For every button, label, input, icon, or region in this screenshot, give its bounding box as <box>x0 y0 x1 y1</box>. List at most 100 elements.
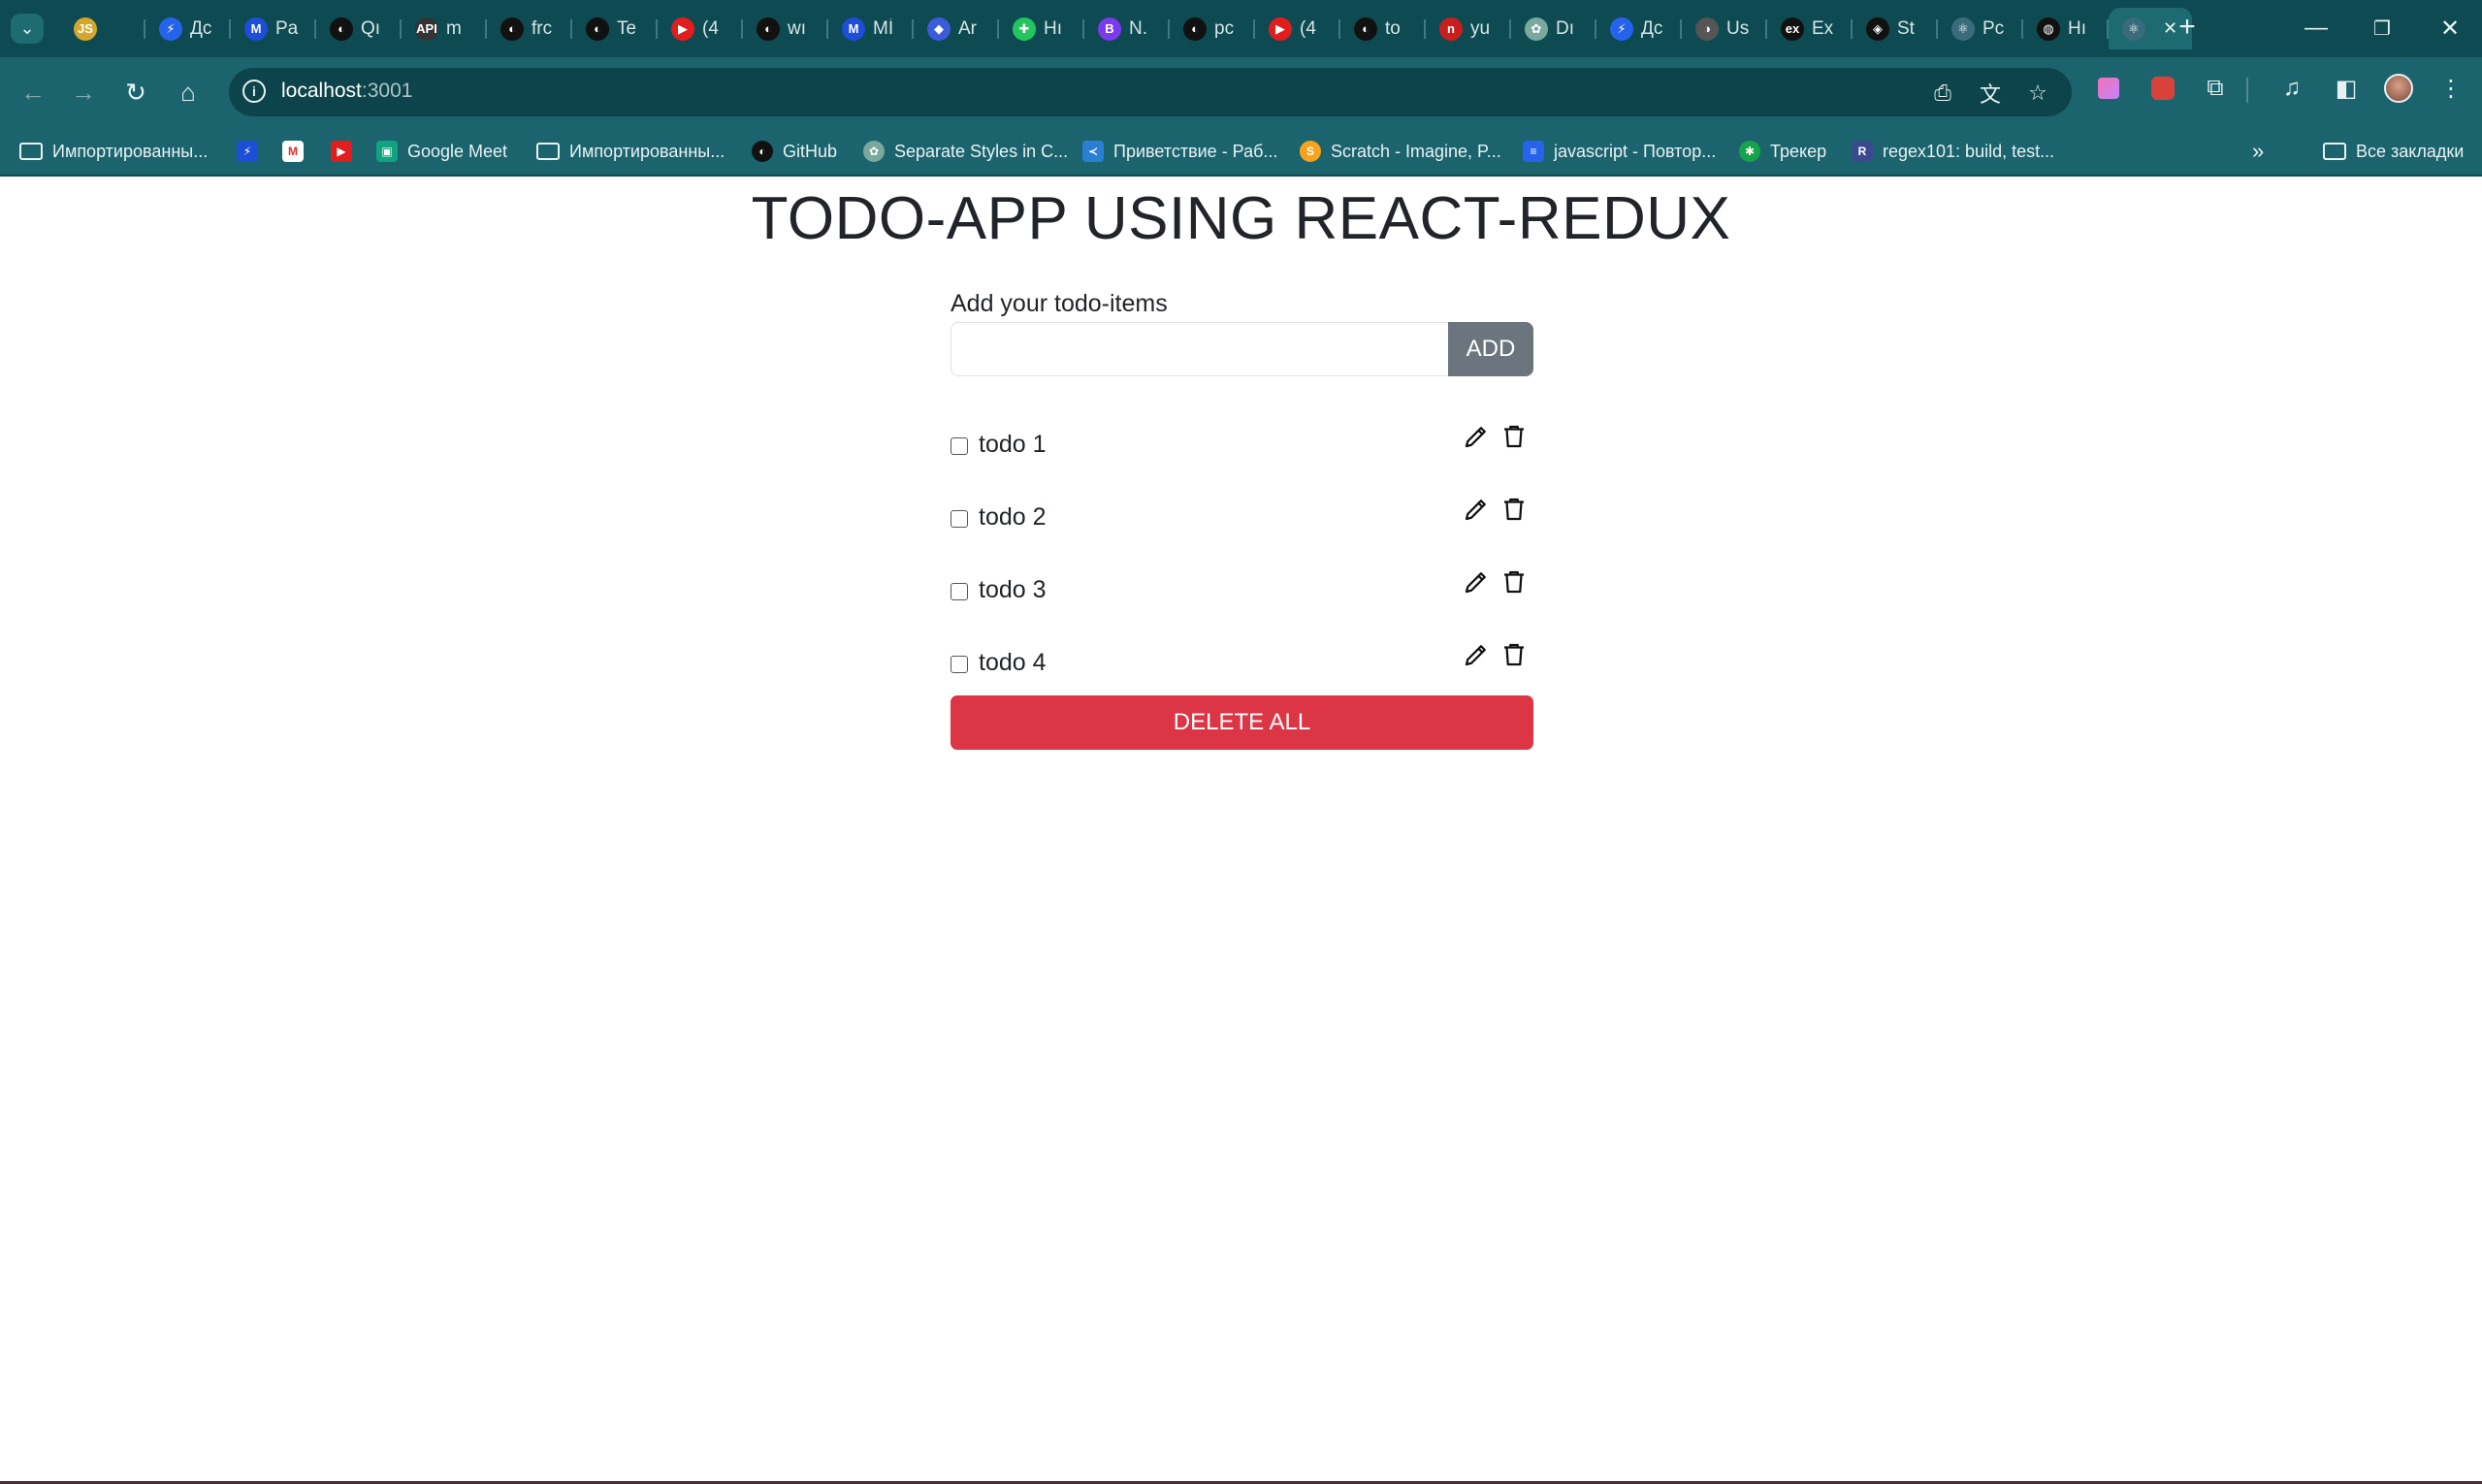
bookmark-scratch[interactable]: S Scratch - Imagine, P... <box>1300 138 1501 165</box>
meet-icon: ▣ <box>376 141 398 162</box>
browser-tab[interactable]: ✿ Dı <box>1511 8 1596 49</box>
todo-input-label: Add your todo-items <box>951 290 1168 317</box>
browser-tab[interactable]: M Pa <box>231 8 316 49</box>
todo-checkbox[interactable] <box>951 656 968 673</box>
todo-item: todo 3 <box>951 560 1534 612</box>
address-bar[interactable]: i localhost:3001 ⎙ 文 ☆ <box>229 68 2072 116</box>
browser-tab[interactable]: ⚛ Pc <box>1938 8 2023 49</box>
bookmark-youtube[interactable]: ▶ <box>331 138 362 165</box>
restore-icon[interactable]: ❐ <box>2363 12 2401 45</box>
browser-tab[interactable]: ◑ Us <box>1682 8 1767 49</box>
extensions-puzzle-icon[interactable]: ⧉ <box>2199 72 2232 105</box>
side-panel-icon[interactable]: ◧ <box>2330 72 2363 105</box>
browser-tab[interactable]: ◐ Te <box>572 8 658 49</box>
bookmark-vscode-welcome[interactable]: ≺ Приветствие - Раб... <box>1082 138 1277 165</box>
close-window-icon[interactable]: ✕ <box>2431 12 2469 45</box>
toolbar-divider <box>2246 78 2248 103</box>
tab-title: Dı <box>1556 17 1574 39</box>
profile-avatar[interactable] <box>2382 72 2415 105</box>
bookmark-js-stackoverflow[interactable]: ≡ javascript - Повтор... <box>1523 138 1716 165</box>
browser-tab[interactable]: ◈ St <box>1853 8 1938 49</box>
browser-menu-icon[interactable]: ⋮ <box>2434 72 2467 105</box>
browser-tab[interactable]: n yu <box>1426 8 1511 49</box>
tab-title: Ex <box>1812 17 1834 39</box>
tab-strip: ⌄ JS ⚡ Дс M Pa ◐ Qı API m ◐ frc ◐ Te ▶ (4 ◐ wı M Mİ ◆ Ar ✚ Hı B… <box>0 0 2482 57</box>
tab-favicon-icon: ◑ <box>1695 16 1719 41</box>
todo-checkbox[interactable] <box>951 583 968 600</box>
forward-arrow-icon[interactable]: → <box>64 73 103 112</box>
site-info-icon[interactable]: i <box>242 80 266 103</box>
bookmark-folder-imported-2[interactable]: Импортированны... <box>536 138 725 165</box>
browser-tab[interactable]: ▶ (4 <box>658 8 743 49</box>
tab-title: (4 <box>702 17 719 39</box>
pencil-icon[interactable] <box>1462 422 1491 451</box>
tab-title: Hı <box>1044 17 1062 39</box>
browser-tab[interactable]: ▶ (4 <box>1255 8 1340 49</box>
tab-search-chevron-icon[interactable]: ⌄ <box>11 14 44 44</box>
delete-all-button[interactable]: DELETE ALL <box>951 695 1533 750</box>
tab-title: Mİ <box>873 17 894 39</box>
page-title: TODO-APP USING REACT-REDUX <box>751 185 1731 252</box>
translate-icon[interactable]: 文 <box>1976 80 2005 107</box>
browser-tab[interactable]: ◐ wı <box>743 8 828 49</box>
bookmark-all-bookmarks[interactable]: Все закладки <box>2323 138 2464 165</box>
browser-tab[interactable]: ◐ pc <box>1170 8 1255 49</box>
browser-tab[interactable]: ◆ Ar <box>914 8 999 49</box>
browser-tab[interactable]: B N. <box>1084 8 1170 49</box>
install-app-icon[interactable]: ⎙ <box>1928 80 1957 107</box>
trash-icon[interactable] <box>1499 567 1529 597</box>
bookmark-folder-imported-1[interactable]: Импортированны... <box>19 138 208 165</box>
minimize-icon[interactable]: — <box>2297 12 2336 45</box>
todo-checkbox[interactable] <box>951 510 968 528</box>
bookmark-gmail[interactable]: M <box>282 138 313 165</box>
todo-input[interactable] <box>951 322 1451 376</box>
browser-tab[interactable]: ⚡ Дс <box>145 8 231 49</box>
tab-favicon-icon: ◐ <box>586 16 609 41</box>
reload-icon[interactable]: ↻ <box>116 73 155 112</box>
browser-tab[interactable]: ✚ Hı <box>999 8 1084 49</box>
url-text[interactable]: localhost:3001 <box>281 80 412 103</box>
media-controls-icon[interactable]: ♫ <box>2275 72 2308 105</box>
bookmark-github[interactable]: ◐ GitHub <box>752 138 837 165</box>
pencil-icon[interactable] <box>1462 567 1491 597</box>
bookmark-tracker[interactable]: ✱ Трекер <box>1739 138 1826 165</box>
tab-title: St <box>1897 17 1915 39</box>
todo-checkbox[interactable] <box>951 437 968 455</box>
browser-tab[interactable]: API m <box>402 8 487 49</box>
new-tab-button[interactable]: + <box>2170 10 2205 45</box>
bookmark-google-meet[interactable]: ▣ Google Meet <box>376 138 507 165</box>
bookmarks-overflow-chevron-icon[interactable]: » <box>2252 138 2264 165</box>
tab-title: Us <box>1726 17 1750 39</box>
browser-tab[interactable]: ⚡ Дс <box>1596 8 1682 49</box>
add-button[interactable]: ADD <box>1448 322 1533 376</box>
tab-title: N. <box>1129 17 1147 39</box>
tab-favicon-icon: ◐ <box>330 16 353 41</box>
trash-icon[interactable] <box>1499 422 1529 451</box>
bookmark-regex101[interactable]: Rregex101: build, test... <box>1852 138 2054 165</box>
trash-icon[interactable] <box>1499 495 1529 524</box>
pencil-icon[interactable] <box>1462 640 1491 669</box>
browser-tab[interactable]: ex Ex <box>1767 8 1853 49</box>
pencil-icon[interactable] <box>1462 495 1491 524</box>
extension-red-icon[interactable] <box>2146 72 2179 105</box>
browser-tab[interactable]: ◐ Qı <box>316 8 402 49</box>
browser-tab[interactable]: ◍ Hı <box>2023 8 2109 49</box>
browser-tab[interactable]: ◐ to <box>1340 8 1426 49</box>
page-content: TODO-APP USING REACT-REDUX Add your todo… <box>0 177 2482 1481</box>
tracker-icon: ✱ <box>1739 141 1760 162</box>
tab-favicon-icon: ✿ <box>1525 16 1548 41</box>
browser-tab[interactable]: JS <box>60 8 145 49</box>
tab-favicon-icon: ▶ <box>1269 16 1292 41</box>
back-arrow-icon[interactable]: ← <box>14 73 52 112</box>
extension-pink-icon[interactable] <box>2092 72 2125 105</box>
tab-favicon-icon: ◈ <box>1866 16 1889 41</box>
trash-icon[interactable] <box>1499 640 1529 669</box>
bookmark-separate-styles[interactable]: ✿ Separate Styles in C... <box>863 138 1068 165</box>
browser-tab[interactable]: ◐ frc <box>487 8 572 49</box>
bookmark-star-icon[interactable]: ☆ <box>2023 80 2052 107</box>
home-icon[interactable]: ⌂ <box>169 73 208 112</box>
bookmark-blue-app[interactable]: ⚡ <box>237 138 268 165</box>
tab-title: to <box>1385 17 1401 39</box>
github-icon: ◐ <box>752 141 773 162</box>
browser-tab[interactable]: M Mİ <box>828 8 914 49</box>
